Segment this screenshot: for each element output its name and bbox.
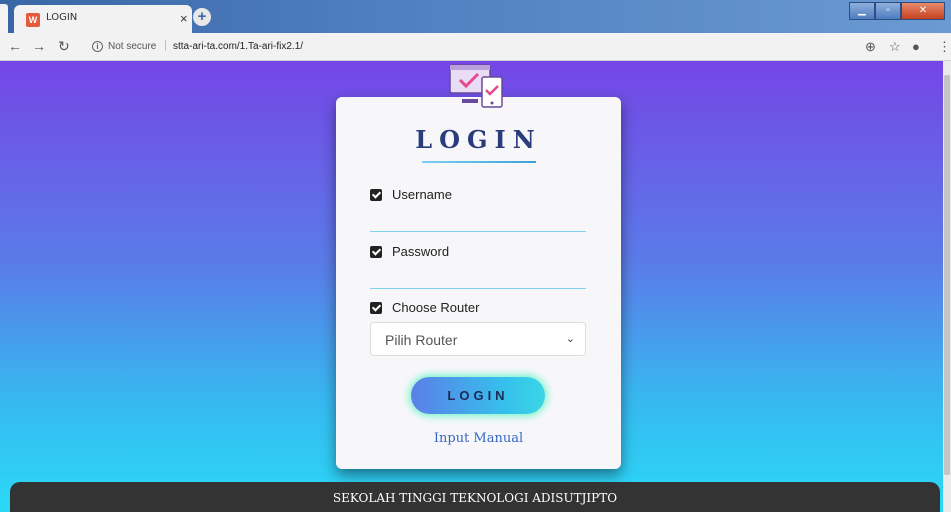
username-label: Username	[370, 187, 452, 202]
username-checkbox-icon	[370, 188, 382, 201]
close-tab-icon[interactable]: ×	[180, 11, 188, 26]
tab-favicon-icon: W	[26, 13, 40, 27]
footer-bar: SEKOLAH TINGGI TEKNOLOGI ADISUTJIPTO	[10, 482, 940, 512]
login-button[interactable]: LOGIN	[411, 377, 545, 414]
window-controls: ▁ ▫ ✕	[849, 2, 945, 20]
url-input[interactable]: stta-ari-ta.com/1.Ta-ari-fix2.1/	[173, 41, 303, 52]
address-bar: ← → ↻ i Not secure | stta-ari-ta.com/1.T…	[0, 33, 951, 61]
router-checkbox-icon	[370, 301, 382, 314]
bookmark-star-icon[interactable]: ☆	[889, 39, 901, 55]
login-heading: LOGIN	[415, 125, 542, 154]
login-card: LOGIN Username Password Choose Router Pi…	[336, 97, 621, 469]
close-window-button[interactable]: ✕	[901, 2, 945, 20]
browser-tab-strip: W LOGIN × + ▁ ▫ ✕	[0, 0, 951, 33]
page-background: LOGIN Username Password Choose Router Pi…	[0, 61, 951, 512]
info-icon[interactable]: i	[92, 41, 103, 52]
vertical-scrollbar[interactable]	[943, 61, 951, 512]
chevron-down-icon: ⌄	[565, 333, 575, 345]
login-logo-icon	[449, 64, 503, 108]
input-manual-link[interactable]: Input Manual	[336, 431, 621, 446]
tab-strip-accent	[0, 4, 8, 33]
back-arrow-icon[interactable]: ←	[8, 38, 22, 54]
username-label-text: Username	[392, 187, 452, 202]
minimize-button[interactable]: ▁	[849, 2, 875, 20]
profile-icon[interactable]: ●	[912, 39, 920, 54]
heading-underline	[422, 161, 536, 163]
password-label-text: Password	[392, 244, 450, 259]
router-label-text: Choose Router	[392, 300, 480, 315]
scrollbar-thumb[interactable]	[944, 75, 950, 475]
router-select-value: Pilih Router	[385, 332, 458, 348]
security-status[interactable]: Not secure	[108, 41, 156, 52]
maximize-button[interactable]: ▫	[875, 2, 901, 20]
forward-arrow-icon[interactable]: →	[32, 38, 46, 54]
reload-icon[interactable]: ↻	[58, 38, 70, 55]
zoom-icon[interactable]: ⊕	[865, 39, 876, 55]
tab-title: LOGIN	[46, 12, 78, 23]
password-checkbox-icon	[370, 245, 382, 258]
url-separator: |	[164, 39, 167, 51]
router-label: Choose Router	[370, 300, 479, 315]
password-label: Password	[370, 244, 449, 259]
router-select[interactable]: Pilih Router ⌄	[370, 322, 586, 356]
password-input[interactable]	[370, 267, 586, 289]
new-tab-button[interactable]: +	[193, 8, 211, 26]
browser-tab-login[interactable]: W LOGIN ×	[14, 5, 192, 33]
username-input[interactable]	[370, 210, 586, 232]
menu-icon[interactable]: ⋮	[938, 39, 951, 55]
